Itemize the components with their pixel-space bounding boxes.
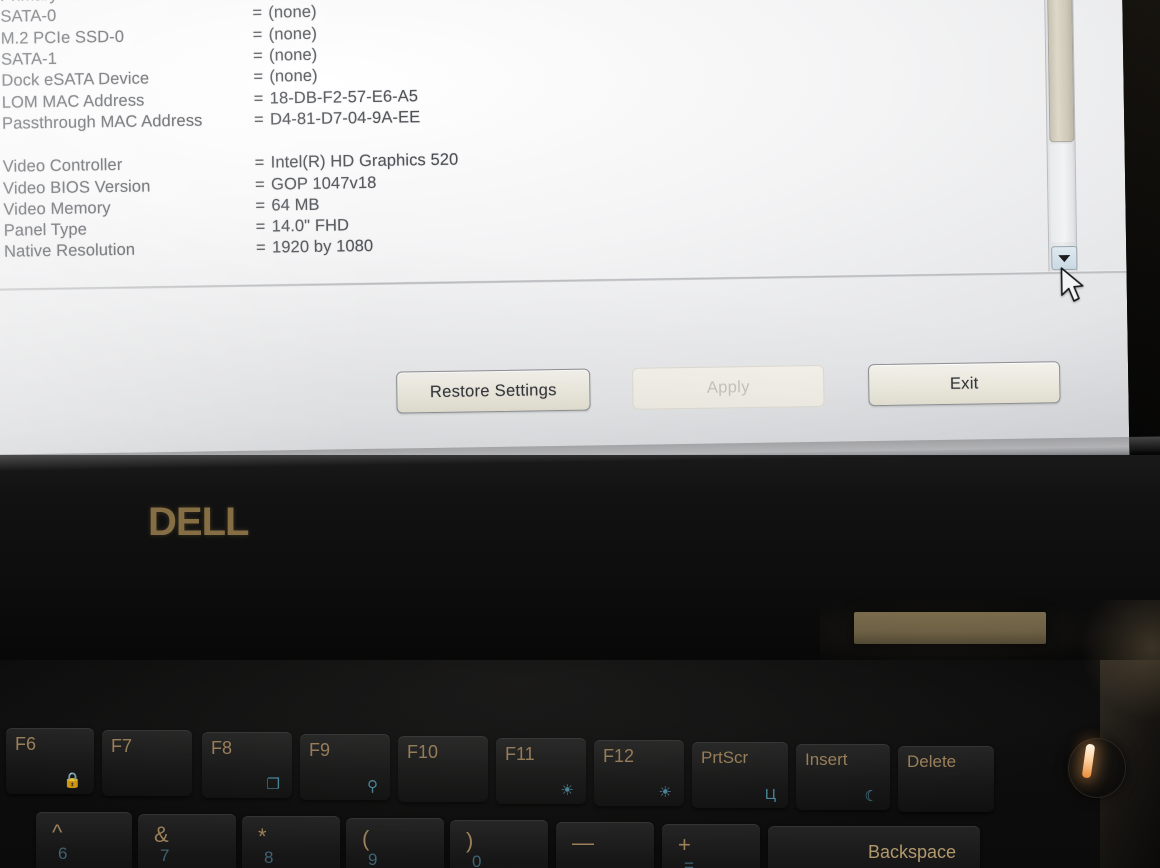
key-number-9[interactable]: (9 — [346, 818, 444, 868]
exit-label: Exit — [949, 373, 979, 393]
scrollbar-track[interactable] — [1049, 143, 1075, 243]
key-delete[interactable]: Delete — [898, 746, 994, 812]
key-label: F11 — [505, 744, 535, 764]
restore-settings-label: Restore Settings — [429, 380, 557, 401]
laptop-screen: Primary Hard Drive=(none)SATA-0=(none)M.… — [0, 0, 1130, 474]
key-label: F8 — [211, 738, 233, 758]
key-number-=[interactable]: + = — [662, 824, 760, 868]
sleep-moon-icon: ☾ — [864, 788, 878, 805]
laptop-photo-scene: Primary Hard Drive=(none)SATA-0=(none)M.… — [0, 0, 1160, 868]
equals-sign: = — [253, 67, 264, 87]
display-icon: ❐ — [266, 776, 280, 793]
key-shift-legend: + — [678, 832, 691, 857]
scrollbar-thumb[interactable] — [1046, 0, 1075, 143]
chevron-down-icon — [1058, 254, 1071, 262]
exit-button[interactable]: Exit — [867, 361, 1061, 407]
equals-sign: = — [253, 89, 264, 108]
key-f8[interactable]: F8 ❐ — [202, 732, 292, 798]
info-row-value-text: 1920 by 1080 — [271, 237, 374, 257]
key-label: F10 — [407, 742, 439, 762]
equals-sign: = — [252, 46, 263, 65]
info-row-label: Native Resolution — [3, 241, 136, 262]
equals-sign: = — [255, 217, 266, 236]
info-row-value-text: (none) — [269, 67, 318, 86]
equals-sign: = — [255, 239, 266, 258]
key-number-_[interactable]: — _ — [556, 822, 654, 868]
system-information-panel[interactable]: Primary Hard Drive=(none)SATA-0=(none)M.… — [0, 0, 1049, 292]
apply-label: Apply — [706, 377, 750, 397]
key-label: Delete — [907, 752, 957, 771]
apply-button: Apply — [631, 364, 825, 410]
equals-sign: = — [254, 153, 265, 173]
dell-logo-text: DELL — [148, 500, 249, 544]
key-number-6[interactable]: ^ 6 — [36, 812, 132, 868]
equals-sign: = — [255, 196, 266, 215]
key-label: Backspace — [868, 842, 957, 862]
key-base-legend: 8 — [264, 848, 274, 867]
key-shift-legend: — — [572, 830, 594, 855]
mouse-cursor — [1060, 267, 1084, 302]
equals-sign: = — [253, 110, 264, 129]
key-number-7[interactable]: & 7 — [138, 814, 236, 868]
key-backspace[interactable]: Backspace — [768, 826, 980, 868]
floor-corner-light — [1080, 600, 1160, 720]
brightness-up-icon: ☀ — [658, 784, 672, 801]
key-f12[interactable]: F12 ☀ — [594, 740, 684, 806]
key-label: F7 — [111, 736, 133, 756]
key-shift-legend: & — [154, 822, 169, 847]
key-shift-legend: * — [258, 824, 267, 849]
search-icon: ⚲ — [367, 778, 378, 795]
key-base-legend: _ — [578, 854, 588, 868]
system-information-table: Primary Hard Drive=(none)SATA-0=(none)M.… — [0, 0, 1049, 263]
equals-sign: = — [252, 4, 263, 23]
brightness-down-icon: ☀ — [560, 782, 574, 799]
key-f9[interactable]: F9 ⚲ — [300, 734, 390, 800]
key-base-legend: 7 — [160, 846, 170, 865]
key-insert[interactable]: Insert ☾ — [796, 744, 890, 810]
info-row-value-text: D4-81-D7-04-9A-EE — [269, 108, 421, 129]
info-row-value-text: (none) — [268, 0, 317, 1]
info-row-value-text: Intel(R) HD Graphics 520 — [270, 150, 459, 172]
hinge-latch-strip — [854, 612, 1046, 644]
info-row-value-text: (none) — [268, 24, 318, 44]
key-f6[interactable]: F6 🔒 — [6, 728, 94, 794]
key-base-legend: 0 — [472, 852, 482, 868]
key-label: Insert — [805, 750, 848, 769]
equals-sign: = — [252, 0, 268, 2]
vertical-scrollbar[interactable] — [1043, 0, 1078, 274]
info-row-value-text: 14.0" FHD — [271, 216, 350, 236]
info-row-value-text: 18-DB-F2-57-E6-A5 — [269, 86, 419, 108]
wireless-icon: Ц — [764, 786, 776, 803]
key-base-legend: = — [684, 856, 694, 868]
key-base-legend: 9 — [368, 850, 378, 868]
key-label: F6 — [15, 734, 37, 754]
key-f11[interactable]: F11 ☀ — [496, 738, 586, 804]
key-number-8[interactable]: * 8 — [242, 816, 340, 868]
key-number-0[interactable]: ) 0 — [450, 820, 548, 868]
key-label: PrtScr — [701, 748, 749, 767]
key-shift-legend: ) — [466, 828, 474, 853]
bios-screen-surface: Primary Hard Drive=(none)SATA-0=(none)M.… — [0, 0, 1130, 474]
key-label: F9 — [309, 740, 331, 760]
equals-sign: = — [254, 175, 265, 194]
key-f7[interactable]: F7 — [102, 730, 192, 796]
info-row-value-text: GOP 1047v18 — [270, 173, 377, 194]
info-row-value-text: 64 MB — [271, 195, 320, 215]
info-row-value-text: (none) — [268, 45, 318, 65]
key-f10[interactable]: F10 — [398, 736, 488, 802]
restore-settings-button[interactable]: Restore Settings — [396, 368, 591, 414]
key-shift-legend: ^ — [52, 820, 63, 845]
dell-logo: DELL — [148, 500, 249, 545]
key-prtscr[interactable]: PrtScr Ц — [692, 742, 788, 808]
equals-sign: = — [252, 25, 263, 44]
lock-icon: 🔒 — [63, 772, 82, 789]
key-shift-legend: ( — [362, 826, 370, 851]
power-button[interactable] — [1068, 738, 1126, 798]
bios-button-bar: Restore Settings Apply Exit — [0, 360, 1129, 434]
key-label: F12 — [603, 746, 635, 766]
key-base-legend: 6 — [58, 844, 68, 863]
info-row-value-text: (none) — [268, 3, 317, 23]
